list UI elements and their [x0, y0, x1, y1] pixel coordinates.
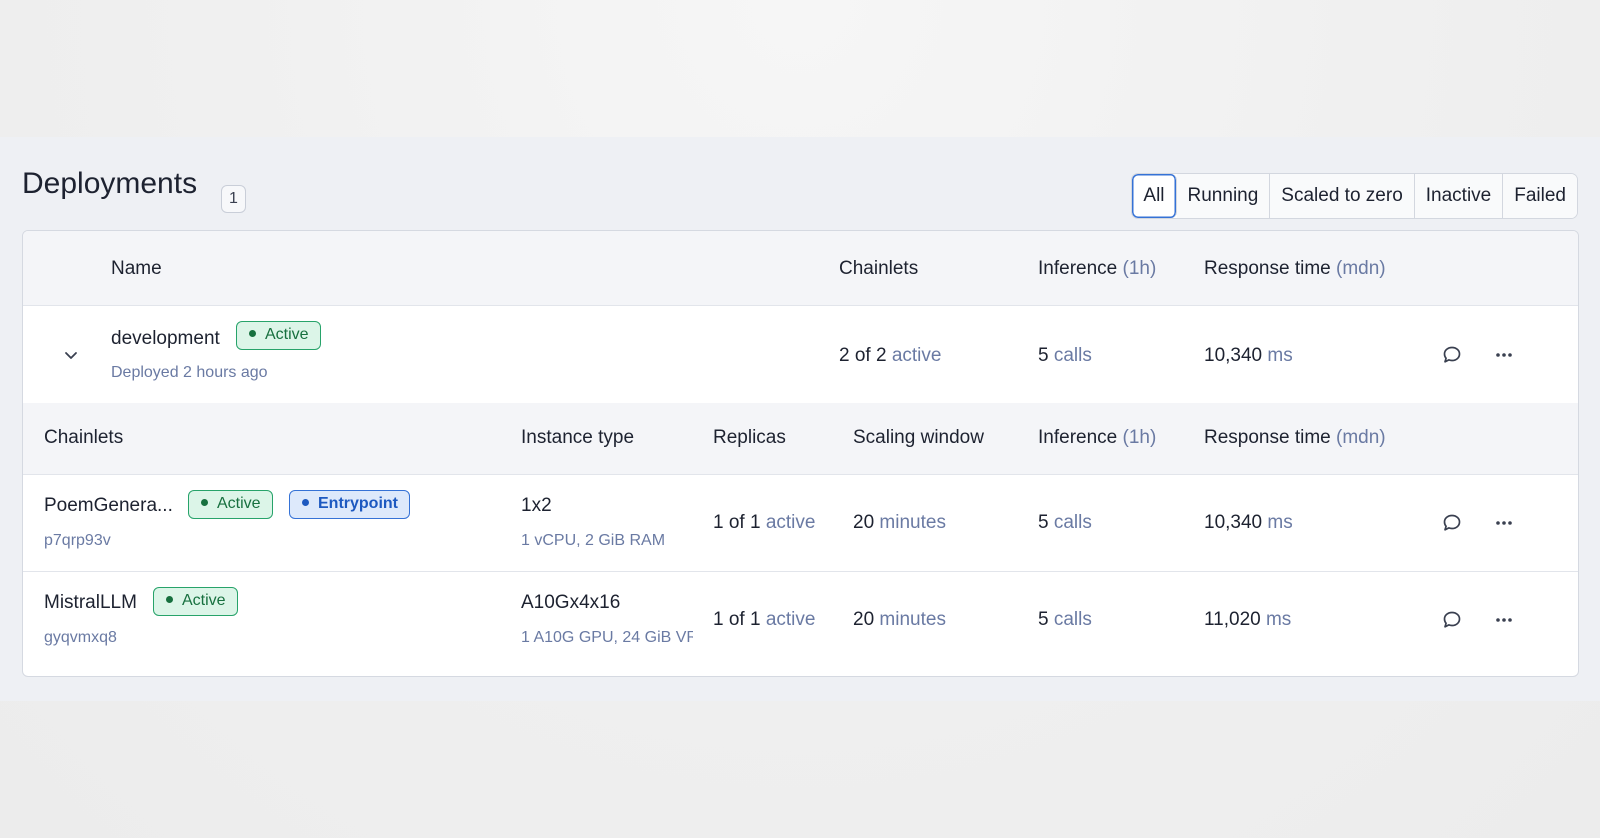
inference-suffix: calls [1053, 512, 1092, 533]
filter-running[interactable]: Running [1176, 174, 1271, 218]
chainlet-inference-unit: (1h) [1122, 427, 1157, 448]
page-title: Deployments [22, 167, 198, 200]
comment-icon[interactable] [1441, 512, 1463, 534]
instance-detail: 1 vCPU, 2 GiB RAM [521, 532, 666, 549]
replicas-value: 1 of 1 [713, 609, 761, 630]
status-dot [249, 330, 256, 337]
entrypoint-label: Entrypoint [318, 495, 398, 512]
response-value: 10,340 [1204, 512, 1263, 533]
response-time: 10,340 ms [1204, 512, 1293, 534]
filter-failed[interactable]: Failed [1503, 174, 1577, 218]
comment-icon[interactable] [1441, 609, 1463, 631]
table-row[interactable]: MistralLLM Active gyqvmxq8 A10Gx4x16 1 A… [23, 572, 1578, 676]
replicas: 1 of 1 active [713, 512, 815, 534]
chainlet-response-unit: (mdn) [1336, 427, 1386, 448]
response-suffix: ms [1265, 609, 1292, 630]
comment-icon[interactable] [1441, 344, 1463, 366]
chainlet-id: gyqvmxq8 [44, 629, 117, 646]
replicas-value: 1 of 1 [713, 512, 761, 533]
filter-scaled-to-zero[interactable]: Scaled to zero [1270, 174, 1415, 218]
replicas: 1 of 1 active [713, 609, 815, 631]
column-header-name: Name [111, 258, 162, 279]
more-horizontal-icon[interactable] [1493, 609, 1515, 631]
deployment-count-badge: 1 [221, 185, 246, 213]
table-row[interactable]: PoemGenera... Active Entrypoint p7qrp93v… [23, 475, 1578, 572]
scaling-value: 20 [853, 609, 875, 630]
inference-value: 5 [1038, 512, 1049, 533]
status-label: Active [217, 495, 261, 512]
column-header-chainlets: Chainlets [839, 258, 919, 279]
response-value: 11,020 [1204, 609, 1261, 630]
scaling-window: 20 minutes [853, 512, 946, 534]
status-dot [201, 499, 208, 506]
status-label: Active [265, 326, 309, 343]
response-unit: (mdn) [1336, 258, 1386, 279]
response-suffix: ms [1267, 345, 1293, 366]
deployments-header: Deployments 1 All Running Scaled to zero… [22, 159, 1578, 219]
chainlets-active-count: 2 of 2 active [839, 345, 941, 367]
deployments-panel: Deployments 1 All Running Scaled to zero… [0, 137, 1600, 701]
response-label: Response time [1204, 258, 1331, 279]
inference-suffix: calls [1053, 609, 1092, 630]
column-header-replicas: Replicas [713, 427, 786, 448]
status-badge: Active [188, 490, 273, 519]
filter-inactive[interactable]: Inactive [1414, 174, 1504, 218]
status-label: Active [182, 592, 226, 609]
chainlet-response-label: Response time [1204, 427, 1331, 448]
replicas-suffix: active [765, 609, 816, 630]
column-header-chainlets-name: Chainlets [44, 427, 124, 448]
filter-all[interactable]: All [1132, 174, 1177, 218]
inference-value: 5 [1038, 345, 1049, 366]
status-dot [166, 596, 173, 603]
entrypoint-badge: Entrypoint [289, 490, 410, 519]
inference-suffix: calls [1053, 345, 1092, 366]
inference-calls: 5 calls [1038, 345, 1092, 367]
status-badge: Active [153, 587, 238, 616]
column-header-instance-type: Instance type [521, 427, 635, 448]
inference-value: 5 [1038, 609, 1049, 630]
response-time: 11,020 ms [1204, 609, 1291, 631]
column-header-chainlet-inference: Inference (1h) [1038, 427, 1156, 449]
deployments-table: Name Chainlets Inference (1h) Response t… [22, 230, 1579, 677]
chainlet-id: p7qrp93v [44, 532, 111, 549]
column-header-inference: Inference (1h) [1038, 258, 1156, 280]
response-time: 10,340 ms [1204, 345, 1293, 367]
scaling-suffix: minutes [879, 609, 946, 630]
chainlets-table-header: Chainlets Instance type Replicas Scaling… [23, 403, 1578, 475]
column-header-chainlet-response-time: Response time (mdn) [1204, 427, 1386, 449]
status-filter-group: All Running Scaled to zero Inactive Fail… [1131, 173, 1578, 219]
status-badge: Active [236, 321, 321, 350]
deployed-time: Deployed 2 hours ago [111, 364, 268, 381]
instance-detail: 1 A10G GPU, 24 GiB VRAM [521, 629, 693, 646]
deployment-name[interactable]: development [111, 328, 220, 350]
inference-calls: 5 calls [1038, 609, 1092, 631]
instance-type: 1x2 [521, 495, 552, 516]
scaling-suffix: minutes [879, 512, 946, 533]
chainlet-inference-label: Inference [1038, 427, 1118, 448]
response-suffix: ms [1267, 512, 1293, 533]
scaling-value: 20 [853, 512, 875, 533]
column-header-scaling-window: Scaling window [853, 427, 984, 448]
more-horizontal-icon[interactable] [1493, 512, 1515, 534]
inference-unit: (1h) [1122, 258, 1157, 279]
response-value: 10,340 [1204, 345, 1263, 366]
chainlets-count-value: 2 of 2 [839, 345, 887, 366]
chainlet-name[interactable]: PoemGenera... [44, 495, 173, 517]
deployments-table-header: Name Chainlets Inference (1h) Response t… [23, 231, 1578, 306]
deployment-row[interactable]: development Active Deployed 2 hours ago … [23, 306, 1578, 403]
more-horizontal-icon[interactable] [1493, 344, 1515, 366]
chevron-down-icon[interactable] [63, 347, 79, 363]
chainlet-name[interactable]: MistralLLM [44, 592, 137, 614]
chainlets-count-suffix: active [891, 345, 942, 366]
column-header-response-time: Response time (mdn) [1204, 258, 1386, 280]
instance-type: A10Gx4x16 [521, 592, 621, 613]
entrypoint-dot [302, 499, 309, 506]
replicas-suffix: active [765, 512, 816, 533]
inference-label: Inference [1038, 258, 1118, 279]
scaling-window: 20 minutes [853, 609, 946, 631]
inference-calls: 5 calls [1038, 512, 1092, 534]
